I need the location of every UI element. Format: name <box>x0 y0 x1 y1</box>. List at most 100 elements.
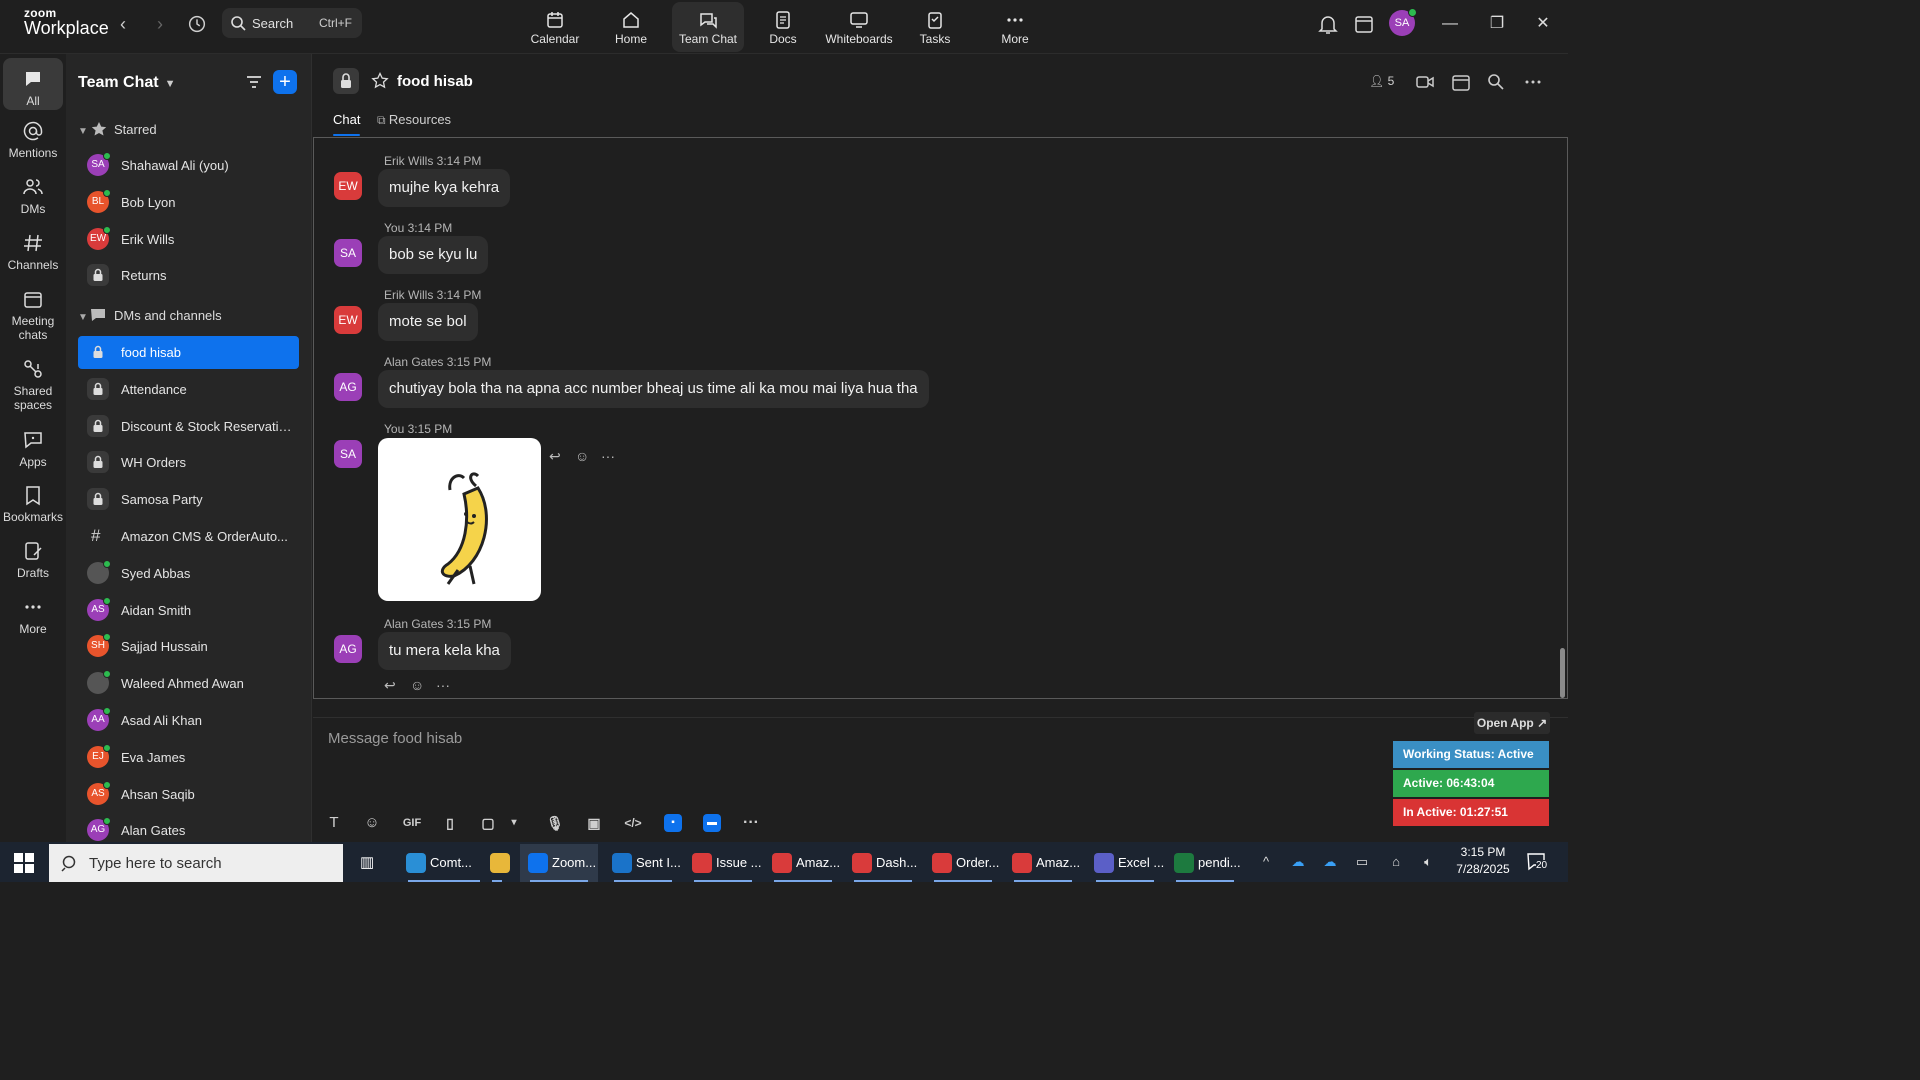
calendar-app-icon[interactable] <box>1352 12 1376 36</box>
taskbar-app-5[interactable]: Amaz... <box>764 844 842 882</box>
rail-item-bookmarks[interactable]: Bookmarks <box>3 484 63 524</box>
sidebar-item-aidan-smith[interactable]: AS Aidan Smith <box>78 594 299 627</box>
message-list[interactable]: Erik Wills 3:14 PM EW mujhe kya kehra Yo… <box>313 137 1568 699</box>
rail-item-more[interactable]: More <box>3 596 63 636</box>
sidebar-item-samosa-party[interactable]: Samosa Party <box>78 483 299 516</box>
scrollbar[interactable] <box>1560 648 1565 698</box>
close-icon[interactable]: ✕ <box>1531 12 1555 36</box>
rail-item-dms[interactable]: DMs <box>3 176 63 216</box>
tab-tasks[interactable]: Tasks <box>904 2 966 52</box>
banana-sticker[interactable] <box>378 438 541 601</box>
restore-icon[interactable]: ❐ <box>1485 12 1509 36</box>
avatar[interactable]: EW <box>334 172 362 200</box>
more-options-icon[interactable] <box>1523 72 1543 92</box>
avatar[interactable]: AG <box>334 635 362 663</box>
notification-center-icon[interactable]: 20 <box>1526 852 1548 872</box>
tray-chevron-icon[interactable]: ^ <box>1256 852 1276 872</box>
code-snippet-icon[interactable]: </> <box>624 814 642 832</box>
more-options-icon[interactable]: ··· <box>436 677 454 695</box>
taskbar-app-1[interactable] <box>482 844 512 882</box>
rail-item-drafts[interactable]: Drafts <box>3 540 63 580</box>
taskbar-app-9[interactable]: Excel ... <box>1086 844 1164 882</box>
composer-placeholder[interactable]: Message food hisab <box>328 730 462 747</box>
search-box[interactable]: Search Ctrl+F <box>222 8 362 38</box>
new-chat-button[interactable]: + <box>273 70 297 94</box>
file-icon[interactable]: ▯ <box>441 814 459 832</box>
sender-name[interactable]: Alan Gates <box>384 355 443 369</box>
avatar[interactable]: EW <box>334 306 362 334</box>
sidebar-item-food-hisab[interactable]: food hisab <box>78 336 299 369</box>
forward-arrow-icon[interactable]: › <box>150 14 170 34</box>
task-view-icon[interactable]: ▥ <box>356 844 380 882</box>
microphone-icon[interactable]: 🎙︎ <box>546 814 564 832</box>
volume-icon[interactable]: 🔈︎ <box>1418 852 1438 872</box>
sidebar-item-waleed-ahmed-awan[interactable]: Waleed Ahmed Awan <box>78 667 299 700</box>
sidebar-item-returns[interactable]: Returns <box>78 259 299 292</box>
minimize-icon[interactable]: — <box>1438 12 1462 36</box>
filter-icon[interactable] <box>244 72 264 92</box>
search-icon[interactable] <box>1486 72 1506 92</box>
taskbar-app-8[interactable]: Amaz... <box>1004 844 1082 882</box>
tab-whiteboards[interactable]: Whiteboards <box>822 2 896 52</box>
sidebar-item-erik-wills[interactable]: EW Erik Wills <box>78 223 299 256</box>
star-icon[interactable] <box>371 72 389 90</box>
emoji-react-icon[interactable]: ☺︎ <box>575 448 593 466</box>
video-call-icon[interactable] <box>1415 72 1435 92</box>
chevron-down-icon[interactable]: ▾ <box>505 814 523 832</box>
system-clock[interactable]: 3:15 PM 7/28/2025 <box>1448 844 1518 878</box>
taskbar-app-2[interactable]: Zoom... <box>520 844 598 882</box>
taskbar-app-6[interactable]: Dash... <box>844 844 922 882</box>
onedrive-icon[interactable]: ☁︎ <box>1320 852 1340 872</box>
sender-name[interactable]: Alan Gates <box>384 617 443 631</box>
rail-item-mentions[interactable]: Mentions <box>3 120 63 160</box>
zoom-app-icon[interactable]: ▪ <box>664 814 682 832</box>
profile-avatar[interactable]: SA <box>1389 8 1417 36</box>
sidebar-item-discount-stock-reservatio[interactable]: Discount & Stock Reservatio... <box>78 410 299 443</box>
taskbar-app-3[interactable]: Sent I... <box>604 844 682 882</box>
sidebar-item-wh-orders[interactable]: WH Orders <box>78 446 299 479</box>
video-message-icon[interactable]: ▣ <box>585 814 603 832</box>
taskbar-search[interactable]: Type here to search <box>49 844 343 882</box>
tab-home[interactable]: Home <box>598 2 664 52</box>
onedrive-icon[interactable]: ☁︎ <box>1288 852 1308 872</box>
sender-name[interactable]: You <box>384 221 404 235</box>
section-dms-channels[interactable]: ▼ DMs and channels <box>78 308 222 323</box>
rail-item-all[interactable]: All <box>3 58 63 110</box>
sidebar-item-alan-gates[interactable]: AG Alan Gates <box>78 814 299 842</box>
sidebar-item-sajjad-hussain[interactable]: SH Sajjad Hussain <box>78 630 299 663</box>
tab-more[interactable]: More <box>984 2 1046 52</box>
message-bubble[interactable]: mote se bol <box>378 303 478 341</box>
message-bubble[interactable]: chutiyay bola tha na apna acc number bhe… <box>378 370 929 408</box>
rail-item-apps[interactable]: Apps <box>3 429 63 469</box>
sender-name[interactable]: Erik Wills <box>384 154 433 168</box>
sidebar-item-amazon-cms-orderauto[interactable]: # Amazon CMS & OrderAuto... <box>78 520 299 553</box>
message-bubble[interactable]: bob se kyu lu <box>378 236 489 274</box>
emoji-icon[interactable]: ☺︎ <box>363 814 381 832</box>
tab-resources[interactable]: ⧉ Resources <box>377 112 451 128</box>
avatar[interactable]: SA <box>334 440 362 468</box>
rail-item-meeting-chats[interactable]: Meeting chats <box>3 288 63 342</box>
sidebar-item-attendance[interactable]: Attendance <box>78 373 299 406</box>
sidebar-item-asad-ali-khan[interactable]: AA Asad Ali Khan <box>78 704 299 737</box>
rail-item-channels[interactable]: Channels <box>3 232 63 272</box>
sidebar-item-bob-lyon[interactable]: BL Bob Lyon <box>78 186 299 219</box>
screenshot-icon[interactable]: ▢ <box>479 814 497 832</box>
tab-calendar[interactable]: Calendar <box>522 2 588 52</box>
sidebar-item-syed-abbas[interactable]: Syed Abbas <box>78 557 299 590</box>
avatar[interactable]: AG <box>334 373 362 401</box>
windows-start-icon[interactable] <box>14 853 34 873</box>
tab-chat[interactable]: Chat <box>333 112 361 136</box>
open-app-button[interactable]: Open App ↗ <box>1474 712 1550 734</box>
emoji-react-icon[interactable]: ☺︎ <box>410 677 428 695</box>
taskbar-app-4[interactable]: Issue ... <box>684 844 762 882</box>
chat-app-icon[interactable]: ▬ <box>703 814 721 832</box>
sender-name[interactable]: You <box>384 422 404 436</box>
bell-icon[interactable] <box>1316 12 1340 36</box>
gif-icon[interactable]: GIF <box>401 814 423 832</box>
rail-item-shared-spaces[interactable]: Shared spaces <box>3 358 63 412</box>
sender-name[interactable]: Erik Wills <box>384 288 433 302</box>
section-starred[interactable]: ▼ Starred <box>78 122 157 137</box>
tab-team-chat[interactable]: Team Chat <box>672 2 744 52</box>
history-icon[interactable] <box>186 13 208 35</box>
sidebar-item-eva-james[interactable]: EJ Eva James <box>78 741 299 774</box>
